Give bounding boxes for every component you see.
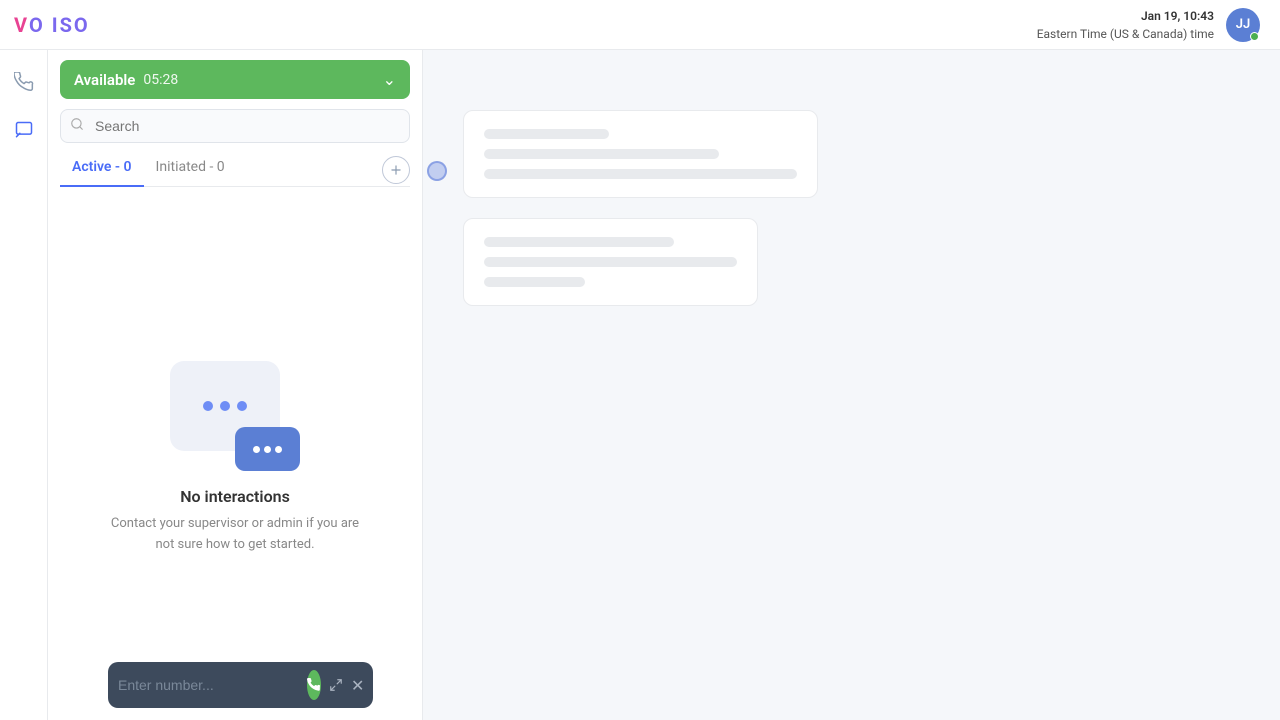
- logo-s: S: [60, 13, 74, 37]
- dot-3: [237, 401, 247, 411]
- avatar[interactable]: JJ: [1226, 8, 1260, 42]
- skeleton-card-2: [463, 218, 758, 306]
- avatar-initials: JJ: [1236, 17, 1251, 32]
- search-icon: [70, 117, 84, 135]
- logo-o1: O: [29, 13, 45, 37]
- logo: VO ISO: [0, 0, 120, 50]
- chevron-down-icon: ⌄: [383, 70, 396, 89]
- dot-white-2: [264, 446, 271, 453]
- avatar-status-dot: [1250, 32, 1259, 41]
- skeleton-card-1: [463, 110, 818, 198]
- dial-bar: ✕: [108, 662, 373, 708]
- logo-v: V: [14, 13, 29, 37]
- tab-initiated[interactable]: Initiated - 0: [144, 153, 237, 187]
- dot-2: [220, 401, 230, 411]
- dot-white-3: [275, 446, 282, 453]
- sidebar-icon-chat[interactable]: [8, 114, 40, 146]
- available-bar[interactable]: Available 05:28 ⌄: [60, 60, 410, 99]
- dial-close-button[interactable]: ✕: [351, 670, 364, 700]
- logo-o2: O: [74, 13, 90, 37]
- skeleton-line: [484, 277, 585, 287]
- dial-expand-button[interactable]: [329, 670, 343, 700]
- tab-active[interactable]: Active - 0: [60, 153, 144, 187]
- skeleton-line: [484, 129, 609, 139]
- logo-i: I: [52, 13, 60, 37]
- dial-call-button[interactable]: [307, 670, 321, 700]
- header-time: Jan 19, 10:43: [1037, 7, 1214, 25]
- tabs-row: Active - 0 Initiated - 0: [60, 153, 410, 187]
- available-label: Available: [74, 71, 135, 89]
- add-interaction-button[interactable]: [382, 156, 410, 184]
- header-timezone: Eastern Time (US & Canada) time: [1037, 25, 1214, 43]
- skeleton-line: [484, 169, 797, 179]
- chat-bubble-front: [235, 427, 300, 471]
- main-area: [423, 50, 1280, 720]
- search-container: [60, 109, 410, 143]
- empty-state: No interactions Contact your supervisor …: [48, 187, 422, 720]
- dial-input[interactable]: [118, 677, 299, 693]
- panel-left: Available 05:28 ⌄ Active - 0 Initiated -…: [48, 50, 423, 720]
- skeleton-line: [484, 237, 674, 247]
- skeleton-line: [484, 257, 737, 267]
- header-datetime: Jan 19, 10:43 Eastern Time (US & Canada)…: [1037, 7, 1214, 43]
- skeleton-line: [484, 149, 719, 159]
- available-time: 05:28: [143, 72, 178, 88]
- empty-state-description: Contact your supervisor or admin if you …: [105, 514, 365, 556]
- dot-1: [203, 401, 213, 411]
- sidebar: [0, 50, 48, 720]
- empty-state-title: No interactions: [180, 487, 290, 506]
- dot-white-1: [253, 446, 260, 453]
- header: Jan 19, 10:43 Eastern Time (US & Canada)…: [0, 0, 1280, 50]
- search-input[interactable]: [60, 109, 410, 143]
- sidebar-icon-calls[interactable]: [8, 66, 40, 98]
- chat-illustration: [170, 351, 300, 471]
